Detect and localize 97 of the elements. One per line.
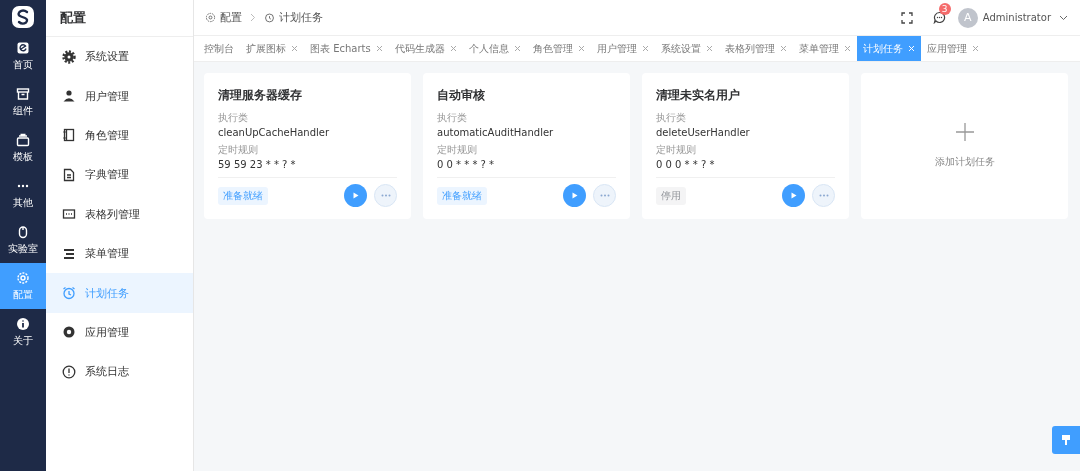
close-icon[interactable] <box>291 45 298 52</box>
play-icon <box>790 192 797 199</box>
field-label: 执行类 <box>218 111 249 125</box>
handler-name: deleteUserHandler <box>656 127 751 138</box>
more-button[interactable] <box>593 184 616 207</box>
logo-icon <box>12 6 34 28</box>
close-icon[interactable] <box>375 45 383 52</box>
field-label: 执行类 <box>437 111 468 125</box>
notification-badge: 3 <box>938 3 951 15</box>
book-icon <box>62 128 76 143</box>
status-tag: 准备就绪 <box>218 186 268 205</box>
close-icon[interactable] <box>705 45 713 52</box>
cron-rule: 0 0 * * * ? * <box>437 159 496 170</box>
tab[interactable]: 表格列管理 <box>718 36 793 61</box>
run-button[interactable] <box>782 184 805 207</box>
tab[interactable]: 系统设置 <box>654 36 719 61</box>
sidebar-item[interactable]: 系统设置 <box>46 37 193 77</box>
play-icon <box>352 192 359 199</box>
more-button[interactable] <box>812 184 835 207</box>
app-icon <box>62 325 76 340</box>
home-icon <box>16 40 30 55</box>
breadcrumb-item[interactable]: 配置 <box>220 10 242 25</box>
sidebar-item[interactable]: 字典管理 <box>46 155 193 195</box>
add-task-card[interactable]: 添加计划任务 <box>861 73 1068 219</box>
fullscreen-icon[interactable] <box>900 11 913 24</box>
field-label: 执行类 <box>656 111 687 125</box>
play-icon <box>571 192 578 199</box>
settings-icon <box>205 12 216 23</box>
sidebar-title: 配置 <box>46 0 193 37</box>
brush-icon <box>1061 434 1071 446</box>
field-label: 定时规则 <box>218 143 259 157</box>
cron-rule: 59 59 23 * * ? * <box>218 159 297 170</box>
alarm-icon <box>264 12 275 23</box>
tab[interactable]: 角色管理 <box>526 36 591 61</box>
sidebar-item[interactable]: 应用管理 <box>46 312 193 353</box>
rail-item[interactable]: 模板 <box>0 125 46 171</box>
task-title: 清理未实名用户 <box>656 87 741 104</box>
user-icon <box>62 89 76 104</box>
task-title: 清理服务器缓存 <box>218 87 303 104</box>
field-label: 定时规则 <box>437 143 478 157</box>
layers-icon <box>16 132 30 147</box>
caret-icon[interactable] <box>1059 14 1068 21</box>
theme-button[interactable] <box>1052 426 1080 454</box>
tab[interactable]: 控制台 <box>198 36 240 61</box>
tab[interactable]: 个人信息 <box>462 36 527 61</box>
chevron-icon <box>250 13 256 22</box>
close-icon[interactable] <box>449 45 457 52</box>
status-tag: 停用 <box>656 186 686 205</box>
breadcrumb-item[interactable]: 计划任务 <box>279 10 323 25</box>
run-button[interactable] <box>563 184 586 207</box>
task-title: 自动审核 <box>437 87 486 104</box>
more-icon <box>599 194 610 197</box>
field-label: 定时规则 <box>656 143 697 157</box>
alarm-icon <box>62 286 76 301</box>
close-icon[interactable] <box>971 45 979 52</box>
document-icon <box>62 167 76 182</box>
tab[interactable]: 扩展图标 <box>240 36 304 61</box>
tab[interactable]: 图表 Echarts <box>304 36 389 61</box>
sidebar-item[interactable]: 用户管理 <box>46 76 193 116</box>
more-icon <box>818 194 829 197</box>
warning-icon <box>62 364 76 379</box>
tab[interactable]: 菜单管理 <box>792 36 857 61</box>
handler-name: automaticAuditHandler <box>437 127 555 138</box>
close-icon[interactable] <box>641 45 649 52</box>
run-button[interactable] <box>344 184 367 207</box>
menu-icon <box>62 246 76 261</box>
table-icon <box>62 207 76 222</box>
tab[interactable]: 应用管理 <box>920 36 985 61</box>
more-button[interactable] <box>374 184 397 207</box>
settings-icon <box>16 270 30 285</box>
rail-item[interactable]: 关于 <box>0 309 46 355</box>
tab[interactable]: 代码生成器 <box>388 36 463 61</box>
sidebar-item[interactable]: 角色管理 <box>46 115 193 156</box>
user-name[interactable]: Administrator <box>982 12 1051 23</box>
archive-icon <box>16 86 30 101</box>
cron-rule: 0 0 0 * * ? * <box>656 159 716 170</box>
rail-item[interactable]: 组件 <box>0 79 46 125</box>
plus-icon <box>955 123 974 141</box>
more-icon <box>380 194 391 197</box>
chat-icon[interactable] <box>932 11 946 24</box>
handler-name: cleanUpCacheHandler <box>218 127 331 138</box>
close-icon[interactable] <box>513 45 521 52</box>
sidebar-item[interactable]: 系统日志 <box>46 352 193 392</box>
rail-item[interactable]: 实验室 <box>0 217 46 263</box>
mouse-icon <box>16 224 30 239</box>
settings-icon <box>62 49 76 64</box>
status-tag: 准备就绪 <box>437 186 487 205</box>
add-task-label: 添加计划任务 <box>934 155 995 169</box>
info-icon <box>16 316 30 331</box>
close-icon[interactable] <box>577 45 585 52</box>
sidebar-item[interactable]: 表格列管理 <box>46 194 193 234</box>
close-icon[interactable] <box>779 45 787 52</box>
rail-item[interactable]: 其他 <box>0 171 46 217</box>
close-icon[interactable] <box>843 45 851 52</box>
sidebar-item[interactable]: 菜单管理 <box>46 233 193 274</box>
rail-item[interactable]: 首页 <box>0 33 46 79</box>
tab[interactable]: 用户管理 <box>590 36 655 61</box>
